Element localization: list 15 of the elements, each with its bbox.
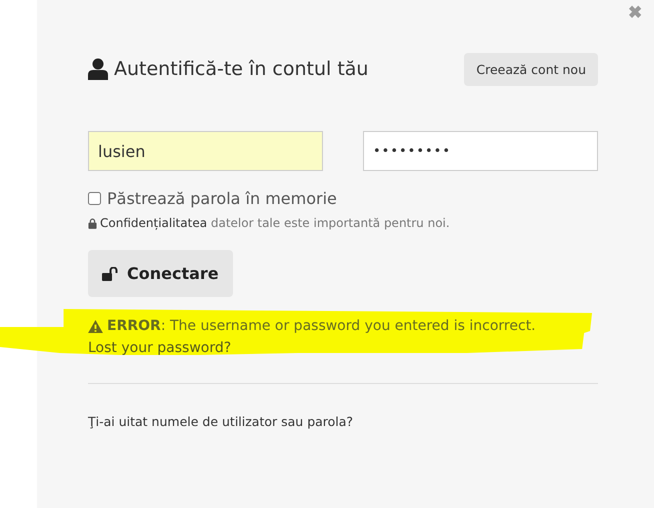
error-message: ERROR: The username or password you entered is incorrect. [107, 317, 536, 336]
remember-checkbox[interactable] [88, 192, 101, 205]
warning-icon [88, 320, 103, 332]
dialog-title: Autentifică-te în contul tău [114, 58, 368, 80]
privacy-note: Confidențialitatea datelor tale este importantă pentru noi. [100, 216, 450, 230]
username-field[interactable]: lusien [88, 131, 323, 171]
user-icon [88, 58, 108, 80]
lock-icon [88, 218, 97, 228]
forgot-credentials-link[interactable]: Ţi-ai uitat numele de utilizator sau parola? [88, 414, 354, 429]
login-button[interactable]: Conectare [88, 250, 233, 297]
unlock-icon [102, 266, 118, 280]
lost-password-link[interactable]: Lost your password? [88, 337, 232, 359]
remember-label: Păstrează parola în memorie [107, 189, 337, 208]
password-field[interactable]: ••••••••• [363, 131, 598, 171]
create-account-button[interactable]: Creează cont nou [464, 52, 598, 86]
